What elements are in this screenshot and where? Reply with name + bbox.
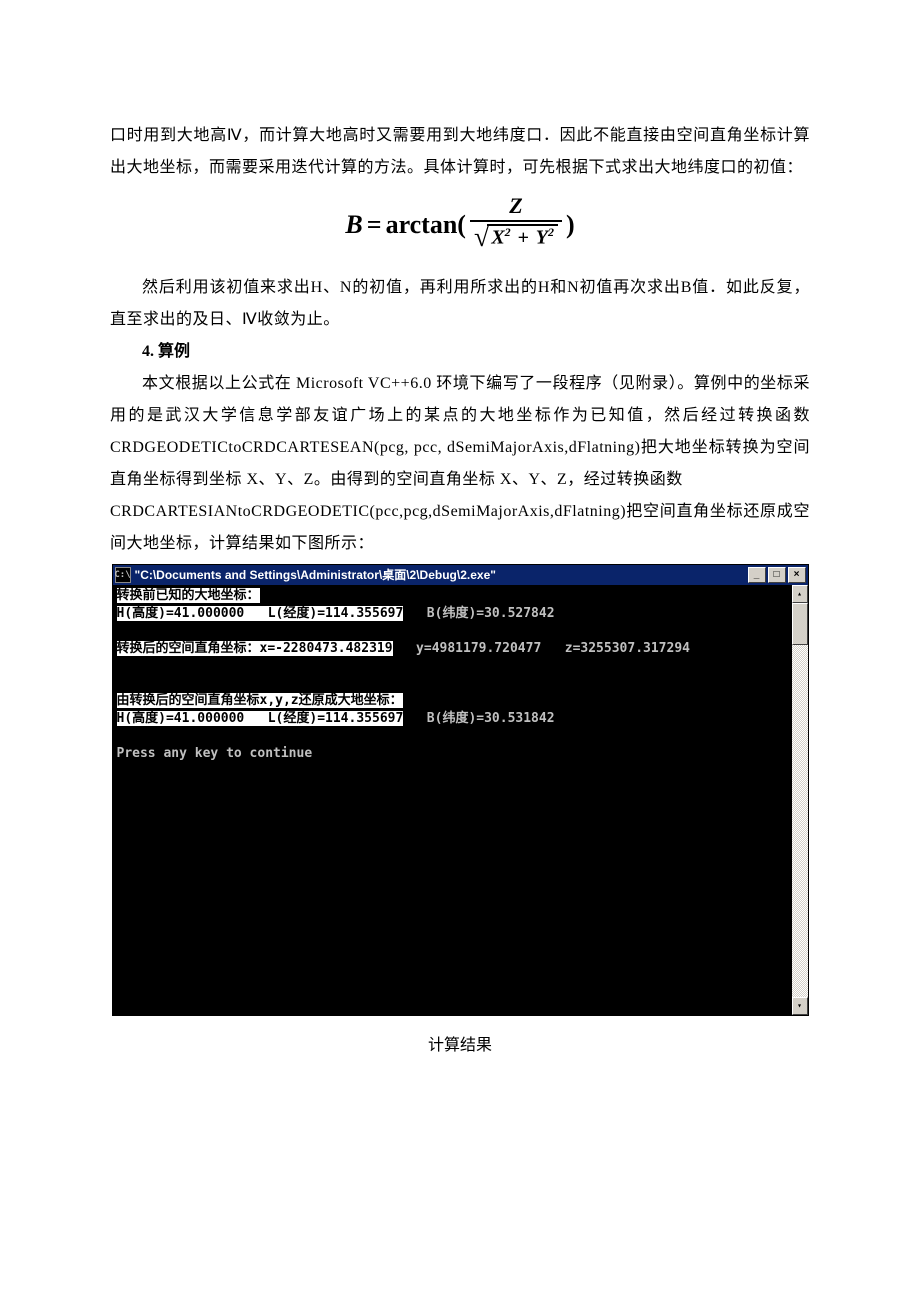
cmd-icon: C:\ (115, 567, 131, 583)
console-line: H(高度)=41.000000 L(经度)=114.355697 (117, 606, 404, 621)
sqrt-body: X2 + Y2 (487, 224, 558, 249)
paragraph-1: 口时用到大地高Ⅳ，而计算大地高时又需要用到大地纬度口．因此不能直接由空间直角坐标… (110, 120, 810, 184)
scrollbar[interactable]: ▴ ▾ (792, 585, 808, 1015)
formula-denominator: √ X2 + Y2 (470, 220, 562, 252)
formula-inner: B = arctan( Z √ X2 + Y2 ) (345, 196, 574, 254)
formula-numerator: Z (501, 194, 530, 220)
sqrt-x-exp: 2 (505, 225, 511, 239)
scroll-up-button[interactable]: ▴ (792, 585, 808, 603)
close-button[interactable]: × (788, 567, 806, 583)
console-window: C:\ "C:\Documents and Settings\Administr… (112, 564, 809, 1016)
formula-block: B = arctan( Z √ X2 + Y2 ) (110, 196, 810, 254)
console-line: 转换前已知的大地坐标： (117, 588, 260, 603)
console-title: "C:\Documents and Settings\Administrator… (135, 563, 748, 587)
paragraph-2: 然后利用该初值来求出H、N的初值，再利用所求出的H和N初值再次求出B值．如此反复… (110, 272, 810, 336)
section-4-heading: 4. 算例 (110, 336, 810, 368)
scroll-down-button[interactable]: ▾ (792, 997, 808, 1015)
console-figure: C:\ "C:\Documents and Settings\Administr… (110, 564, 810, 1062)
console-line: y=4981179.720477 z=3255307.317294 (393, 641, 690, 656)
console-line: Press any key to continue (117, 746, 313, 761)
sqrt-y-exp: 2 (548, 225, 554, 239)
scroll-track[interactable] (792, 603, 808, 997)
sqrt-y: Y (536, 227, 548, 249)
minimize-button[interactable]: _ (748, 567, 766, 583)
console-line: B(纬度)=30.527842 (403, 606, 554, 621)
formula-fn: arctan( (386, 199, 466, 251)
window-buttons: _ □ × (748, 567, 806, 583)
console-line: H(高度)=41.000000 L(经度)=114.355697 (117, 711, 404, 726)
formula-close: ) (566, 199, 575, 251)
maximize-button[interactable]: □ (768, 567, 786, 583)
formula-eq: = (367, 199, 382, 251)
formula-fraction: Z √ X2 + Y2 (470, 194, 562, 252)
paragraph-3a: 本文根据以上公式在 Microsoft VC++6.0 环境下编写了一段程序（见… (110, 368, 810, 496)
console-line: 由转换后的空间直角坐标x,y,z还原成大地坐标： (117, 693, 403, 708)
console-body: 转换前已知的大地坐标： H(高度)=41.000000 L(经度)=114.35… (113, 585, 808, 1015)
sqrt-x: X (491, 227, 504, 249)
document-page: 口时用到大地高Ⅳ，而计算大地高时又需要用到大地纬度口．因此不能直接由空间直角坐标… (0, 0, 920, 1302)
sqrt: √ X2 + Y2 (474, 224, 558, 252)
console-titlebar[interactable]: C:\ "C:\Documents and Settings\Administr… (113, 565, 808, 585)
console-line: B(纬度)=30.531842 (403, 711, 554, 726)
figure-caption: 计算结果 (110, 1030, 810, 1062)
formula-lhs: B (345, 199, 362, 251)
sqrt-plus: + (516, 227, 531, 249)
console-output: 转换前已知的大地坐标： H(高度)=41.000000 L(经度)=114.35… (113, 585, 792, 1015)
console-line: 转换后的空间直角坐标：x=-2280473.482319 (117, 641, 393, 656)
paragraph-3b: CRDCARTESIANtoCRDGEODETIC(pcc,pcg,dSemiM… (110, 496, 810, 560)
scroll-thumb[interactable] (792, 603, 808, 645)
